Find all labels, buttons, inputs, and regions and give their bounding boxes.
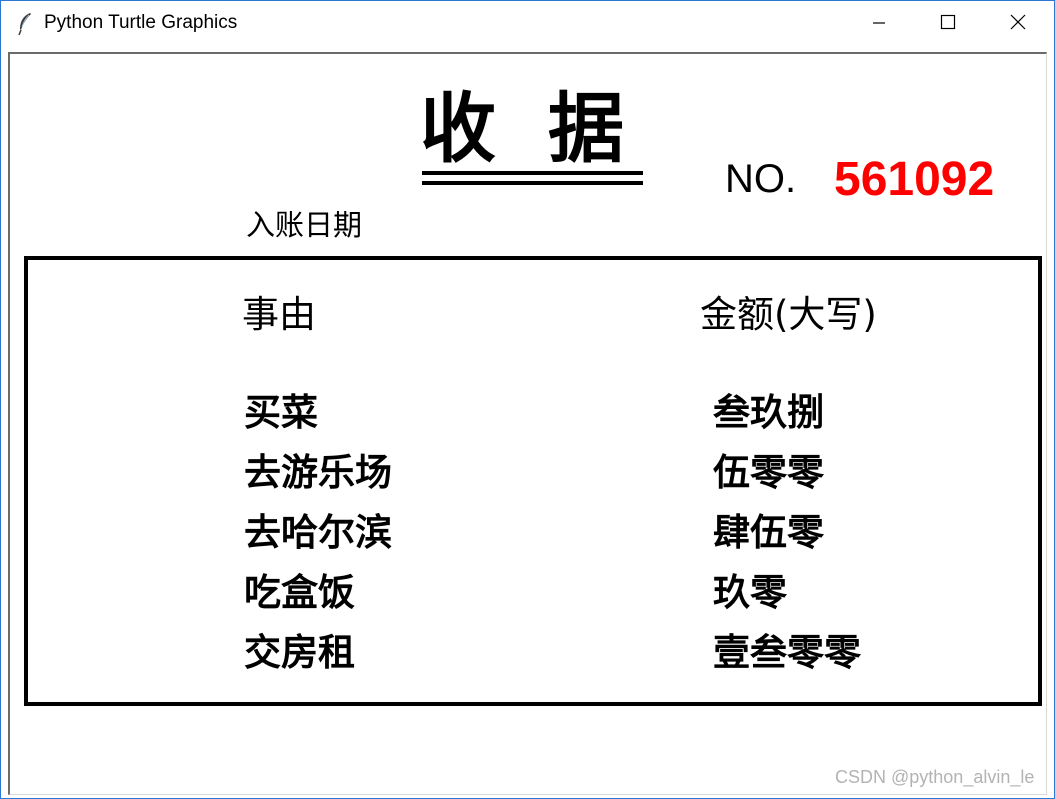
close-button[interactable] [983, 1, 1053, 47]
title-underline-bottom [422, 181, 643, 185]
row-reason: 买菜 [244, 391, 318, 434]
row-amount: 肆伍零 [713, 511, 824, 554]
row-reason: 吃盒饭 [244, 571, 355, 614]
app-window: Python Turtle Graphics 收据 NO. 561092 入账日… [0, 0, 1055, 799]
table-row: 买菜 叁玖捌 [28, 382, 1038, 442]
window-title: Python Turtle Graphics [44, 12, 238, 33]
receipt-table: 事由 金额(大写) 买菜 叁玖捌 去游乐场 伍零零 去哈尔滨 肆伍零 吃盒饭 玖… [24, 256, 1042, 706]
receipt-number-label: NO. [725, 157, 797, 201]
title-bar[interactable]: Python Turtle Graphics [1, 1, 1054, 47]
row-reason: 去游乐场 [244, 451, 392, 494]
maximize-button[interactable] [913, 1, 983, 47]
row-amount: 玖零 [713, 571, 787, 614]
table-row: 吃盒饭 玖零 [28, 562, 1038, 622]
title-underline-top [422, 171, 643, 175]
watermark-text: CSDN @python_alvin_le [835, 767, 1035, 787]
turtle-canvas[interactable]: 收据 NO. 561092 入账日期 事由 金额(大写) 买菜 叁玖捌 去游乐场… [8, 52, 1047, 795]
minimize-button[interactable] [844, 1, 914, 47]
row-amount: 壹叁零零 [713, 631, 861, 674]
row-reason: 交房租 [244, 631, 355, 674]
row-amount: 叁玖捌 [713, 391, 824, 434]
column-header-amount: 金额(大写) [700, 293, 877, 336]
row-amount: 伍零零 [713, 451, 824, 494]
receipt-title: 收据 [420, 84, 676, 173]
close-icon [1010, 14, 1026, 34]
row-reason: 去哈尔滨 [244, 511, 392, 554]
receipt-number-value: 561092 [834, 153, 995, 206]
column-header-reason: 事由 [242, 293, 316, 336]
table-row: 去游乐场 伍零零 [28, 442, 1038, 502]
feather-icon [17, 12, 33, 36]
minimize-icon [872, 15, 886, 34]
maximize-icon [940, 14, 956, 34]
entry-date-label: 入账日期 [246, 208, 363, 242]
table-row: 去哈尔滨 肆伍零 [28, 502, 1038, 562]
table-row: 交房租 壹叁零零 [28, 622, 1038, 682]
